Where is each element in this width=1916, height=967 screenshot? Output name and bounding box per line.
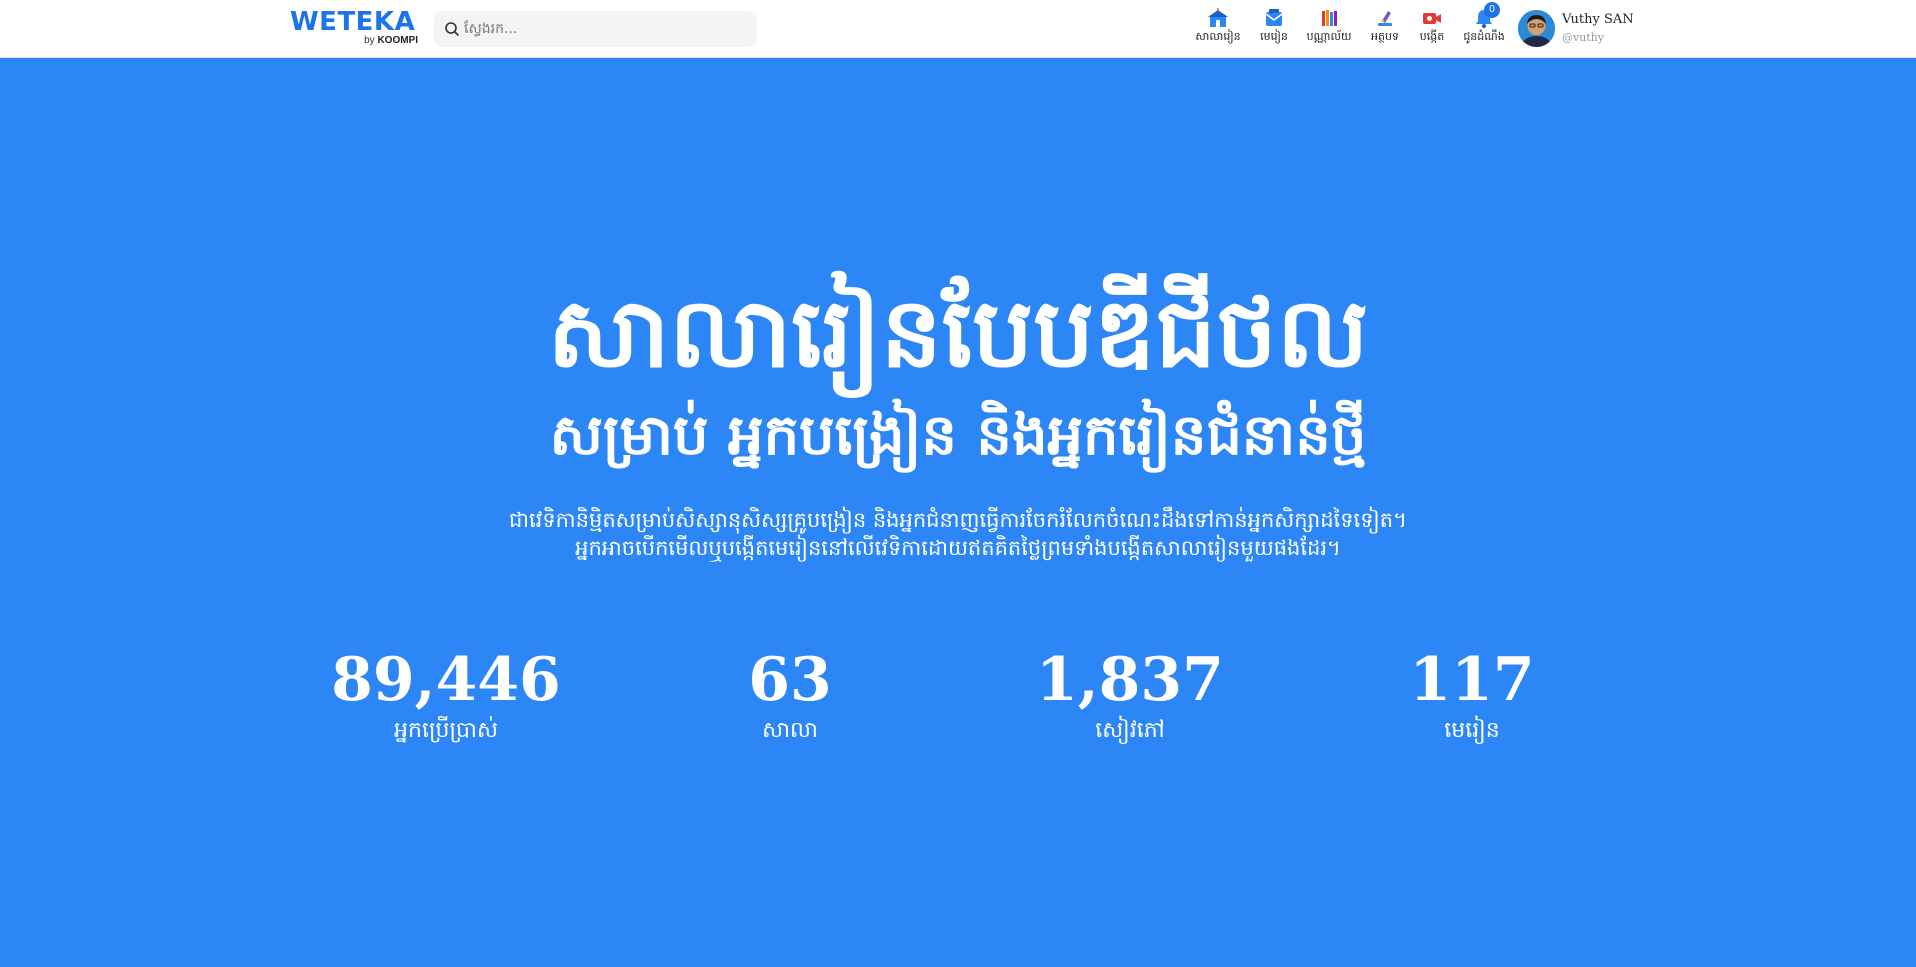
nav-item-label: មេរៀន <box>1260 30 1288 43</box>
school-icon <box>1208 8 1228 27</box>
search-icon <box>445 22 459 36</box>
user-handle: @vuthy <box>1562 31 1605 44</box>
nav-item-label: អត្ថបទ <box>1371 30 1399 43</box>
hero-description-line: អ្នកអាចបើកមើលឬបង្កើតមេរៀននៅលើវេទិកាដោយឥត… <box>575 536 1341 560</box>
hero-description-line: ជាវេទិកានិម្មិតសម្រាប់សិស្សានុសិស្សគ្រូប… <box>509 508 1407 532</box>
article-icon <box>1378 11 1392 26</box>
logo-wordmark: WETEKA <box>290 7 416 37</box>
nav-item-create[interactable]: បង្កើត <box>1413 6 1451 52</box>
nav-item-notifications[interactable]: 0 ជូនដំណឹង <box>1458 2 1510 52</box>
avatar <box>1518 10 1555 47</box>
hero-title: សាលារៀនបែបឌីជីថល <box>547 276 1369 389</box>
create-video-icon <box>1423 13 1441 24</box>
user-profile-menu[interactable]: Vuthy SAN @vuthy <box>1518 10 1638 48</box>
search-bar[interactable] <box>434 11 757 47</box>
weteka-logo[interactable]: WETEKA by KOOMPI <box>290 8 420 50</box>
logo-byline: by KOOMPI <box>364 34 418 48</box>
lesson-icon <box>1265 9 1283 26</box>
stat-schools: 63 សាលា <box>640 643 940 745</box>
nav-item-lessons[interactable]: មេរៀន <box>1255 6 1293 52</box>
stat-value: 63 <box>748 645 832 715</box>
stat-label: សាលា <box>762 718 818 743</box>
notification-count-badge: 0 <box>1484 2 1500 18</box>
user-name: Vuthy SAN <box>1562 12 1634 27</box>
stat-value: 89,446 <box>331 645 561 715</box>
stat-label: មេរៀន <box>1444 718 1500 743</box>
stat-value: 117 <box>1409 645 1535 715</box>
stat-label: សៀវភៅ <box>1095 718 1165 743</box>
top-navbar: WETEKA by KOOMPI សាលារៀន មេរៀន <box>0 0 1916 58</box>
nav-item-articles[interactable]: អត្ថបទ <box>1366 6 1404 52</box>
library-icon <box>1322 10 1337 26</box>
hero-description: ជាវេទិកានិម្មិតសម្រាប់សិស្សានុសិស្សគ្រូប… <box>0 506 1916 562</box>
hero-subtitle: សម្រាប់ អ្នកបង្រៀន និងអ្នករៀនជំនាន់ថ្មី <box>549 402 1367 468</box>
stats-row: 89,446 អ្នកប្រើប្រាស់ 63 សាលា 1,837 សៀវភ… <box>0 643 1916 763</box>
nav-item-label: ជូនដំណឹង <box>1463 30 1505 43</box>
stat-label: អ្នកប្រើប្រាស់ <box>394 718 498 743</box>
logo-brand: KOOMPI <box>377 35 418 46</box>
avatar-image <box>1518 10 1555 47</box>
stat-books: 1,837 សៀវភៅ <box>980 643 1280 745</box>
stat-users: 89,446 អ្នកប្រើប្រាស់ <box>296 643 596 745</box>
nav-item-label: បណ្ណាល័យ <box>1306 30 1352 43</box>
nav-item-school[interactable]: សាលារៀន <box>1191 6 1245 52</box>
stat-value: 1,837 <box>1036 645 1224 715</box>
nav-item-library[interactable]: បណ្ណាល័យ <box>1301 6 1357 52</box>
nav-item-label: សាលារៀន <box>1195 30 1241 43</box>
nav-item-label: បង្កើត <box>1419 30 1445 43</box>
stat-lessons: 117 មេរៀន <box>1322 643 1622 745</box>
search-input[interactable] <box>464 11 744 47</box>
logo-by: by <box>364 35 375 46</box>
hero-section: សាលារៀនបែបឌីជីថល សម្រាប់ អ្នកបង្រៀន និងអ… <box>0 58 1916 967</box>
